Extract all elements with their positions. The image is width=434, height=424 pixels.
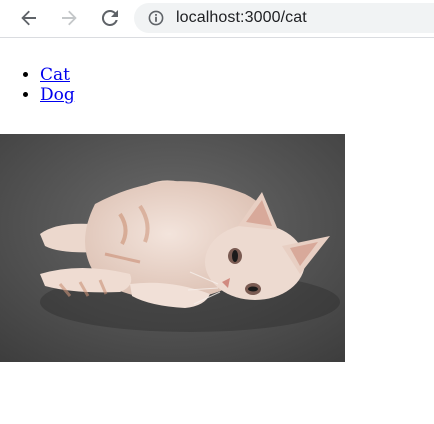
address-bar[interactable]: localhost:3000/cat xyxy=(134,3,434,33)
page-content: Cat Dog xyxy=(0,38,434,424)
cat-link[interactable]: Cat xyxy=(40,65,70,85)
browser-toolbar: localhost:3000/cat xyxy=(0,0,434,38)
arrow-right-icon xyxy=(62,10,77,26)
forward-button[interactable] xyxy=(56,5,82,31)
dog-link[interactable]: Dog xyxy=(40,85,75,105)
list-item: Dog xyxy=(40,85,75,105)
nav-list: Cat Dog xyxy=(0,65,75,105)
list-item: Cat xyxy=(40,65,75,85)
back-button[interactable] xyxy=(16,5,42,31)
cat-image xyxy=(0,134,345,362)
reload-button[interactable] xyxy=(97,5,123,31)
reload-icon xyxy=(101,9,118,26)
url-text[interactable]: localhost:3000/cat xyxy=(176,9,307,27)
arrow-left-icon xyxy=(21,10,36,26)
info-circle-icon[interactable] xyxy=(148,10,164,26)
